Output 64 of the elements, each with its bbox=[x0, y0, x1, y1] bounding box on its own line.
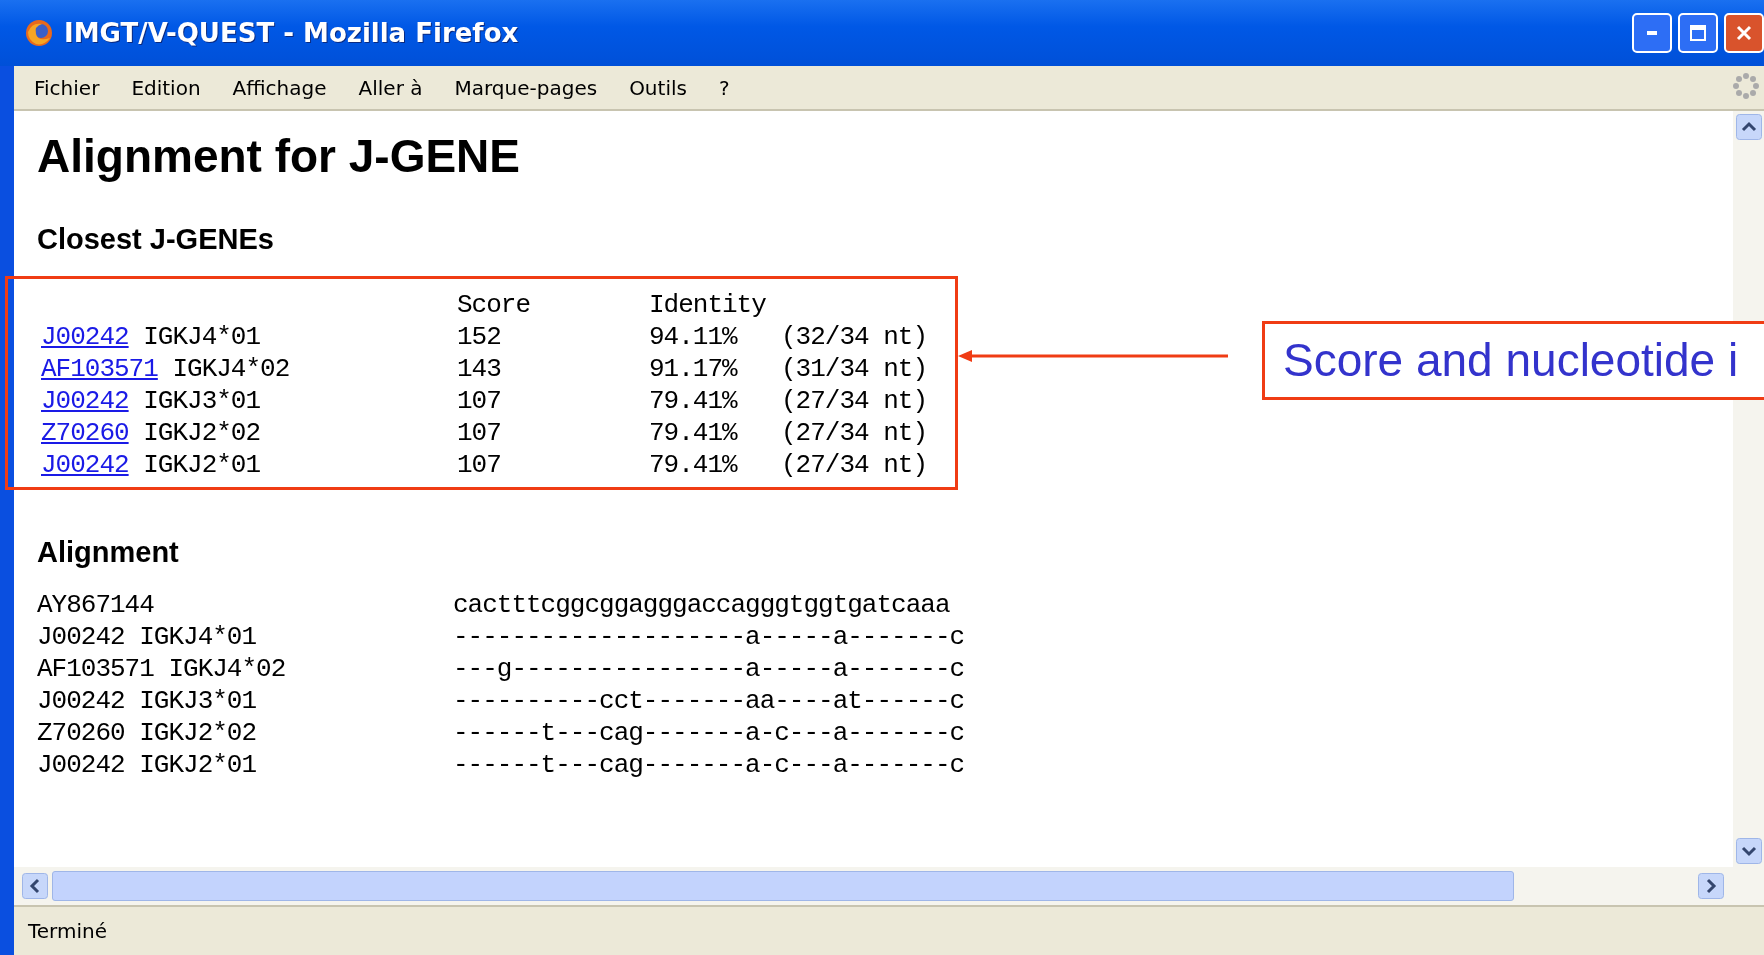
score-cell-text: 107 bbox=[457, 385, 502, 417]
score-cell-text: 152 bbox=[457, 321, 502, 353]
maximize-icon bbox=[1689, 24, 1707, 42]
maximize-button[interactable] bbox=[1678, 13, 1718, 53]
close-icon bbox=[1735, 24, 1753, 42]
column-header: Identity bbox=[649, 289, 767, 321]
nucleotide-count-cell: (32/34 nt) bbox=[781, 321, 928, 353]
gene-name: IGKJ2*02 bbox=[143, 418, 261, 448]
sequence-text: ------t---cag-------a-c---a-------c bbox=[453, 717, 965, 749]
score-cell-text: 107 bbox=[457, 417, 502, 449]
identity-cell-text: 79.41% bbox=[649, 449, 739, 481]
sequence-text: ------t---cag-------a-c---a-------c bbox=[453, 749, 965, 781]
callout-label: Score and nucleotide i bbox=[1262, 321, 1764, 400]
menu-item[interactable]: Outils bbox=[629, 75, 687, 100]
sequence-name: AF103571 IGKJ4*02 bbox=[37, 653, 287, 685]
scroll-left-icon bbox=[22, 873, 48, 899]
scroll-right-icon bbox=[1698, 873, 1724, 899]
nucleotide-count-cell: (27/34 nt) bbox=[781, 449, 928, 481]
sequence-text: --------------------a-----a-------c bbox=[453, 621, 965, 653]
status-text: Terminé bbox=[28, 919, 107, 943]
close-button[interactable] bbox=[1724, 13, 1764, 53]
gene-name: IGKJ2*01 bbox=[143, 450, 261, 480]
sequence-name: Z70260 IGKJ2*02 bbox=[37, 717, 258, 749]
nucleotide-count-cell: (31/34 nt) bbox=[781, 353, 928, 385]
sequence-name: J00242 IGKJ4*01 bbox=[37, 621, 258, 653]
accession-link[interactable]: J00242 bbox=[41, 386, 129, 416]
throbber-icon bbox=[1732, 72, 1760, 100]
section-heading: Alignment bbox=[37, 536, 180, 569]
menu-item[interactable]: ? bbox=[718, 75, 730, 100]
sequence-text: cactttcggcggagggaccagggtggtgatcaaa bbox=[453, 589, 950, 621]
sequence-name: AY867144 bbox=[37, 589, 155, 621]
minimize-icon bbox=[1647, 31, 1657, 35]
accession-link[interactable]: J00242 bbox=[41, 450, 129, 480]
minimize-button[interactable] bbox=[1632, 13, 1672, 53]
menu-item[interactable]: Edition bbox=[131, 75, 201, 100]
gene-name: IGKJ4*01 bbox=[143, 322, 261, 352]
menu-item[interactable]: Marque-pages bbox=[454, 75, 598, 100]
identity-cell-text: 91.17% bbox=[649, 353, 739, 385]
sequence-name: J00242 IGKJ3*01 bbox=[37, 685, 258, 717]
nucleotide-count-cell: (27/34 nt) bbox=[781, 385, 928, 417]
sequence-name: J00242 IGKJ2*01 bbox=[37, 749, 258, 781]
window-title: IMGT/V-QUEST - Mozilla Firefox bbox=[64, 18, 519, 48]
gene-name: IGKJ3*01 bbox=[143, 386, 261, 416]
menu-item[interactable]: Fichier bbox=[34, 75, 100, 100]
scroll-up-icon bbox=[1735, 114, 1762, 140]
accession-link[interactable]: AF103571 bbox=[41, 354, 158, 384]
menu-item[interactable]: Affichage bbox=[232, 75, 327, 100]
sequence-text: ---g----------------a-----a-------c bbox=[453, 653, 965, 685]
column-header: Score bbox=[457, 289, 531, 321]
gene-name: IGKJ4*02 bbox=[172, 354, 290, 384]
accession-link[interactable]: Z70260 bbox=[41, 418, 129, 448]
accession-link[interactable]: J00242 bbox=[41, 322, 129, 352]
page-title: Alignment for J-GENE bbox=[37, 129, 522, 183]
menu-item[interactable]: Aller à bbox=[358, 75, 423, 100]
scroll-down-icon bbox=[1735, 838, 1762, 864]
identity-cell-text: 94.11% bbox=[649, 321, 739, 353]
sequence-text: ----------cct-------aa----at------c bbox=[453, 685, 965, 717]
nucleotide-count-cell: (27/34 nt) bbox=[781, 417, 928, 449]
browser-logo-icon bbox=[24, 18, 54, 48]
section-heading: Closest J-GENEs bbox=[37, 223, 275, 256]
score-cell-text: 107 bbox=[457, 449, 502, 481]
identity-cell-text: 79.41% bbox=[649, 417, 739, 449]
score-cell-text: 143 bbox=[457, 353, 502, 385]
identity-cell-text: 79.41% bbox=[649, 385, 739, 417]
